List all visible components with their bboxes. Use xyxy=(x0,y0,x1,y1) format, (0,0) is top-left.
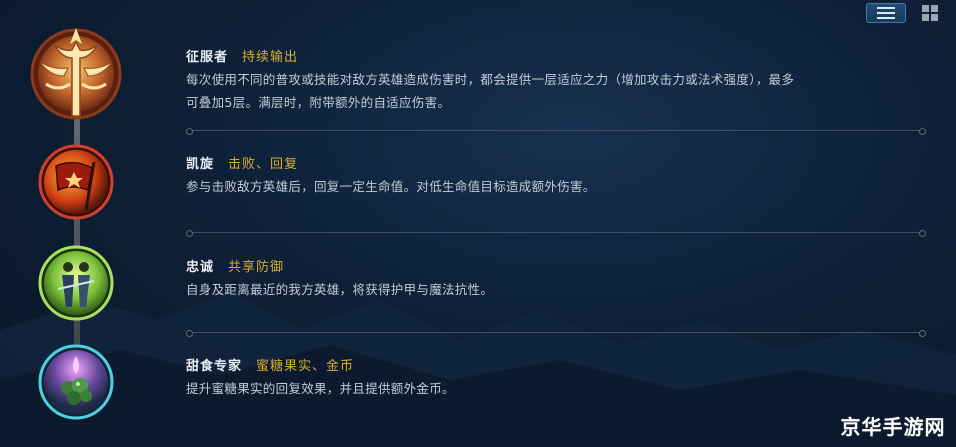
section-divider xyxy=(186,329,926,337)
rune-description: 提升蜜糖果实的回复效果，并且提供额外金币。 xyxy=(186,377,926,400)
rune-description: 参与击败敌方英雄后，回复一定生命值。对低生命值目标造成额外伤害。 xyxy=(186,175,926,198)
rune-entry-sweet-tooth: 甜食专家 蜜糖果实、金币 提升蜜糖果实的回复效果，并且提供额外金币。 xyxy=(186,355,926,400)
rune-header: 忠诚 共享防御 xyxy=(186,256,926,276)
rune-entry-conqueror: 征服者 持续输出 每次使用不同的普攻或技能对敌方英雄造成伤害时，都会提供一层适应… xyxy=(186,46,926,114)
rune-entry-loyalty: 忠诚 共享防御 自身及距离最近的我方英雄，将获得护甲与魔法抗性。 xyxy=(186,256,926,301)
rune-tag: 持续输出 xyxy=(242,50,299,65)
conqueror-trident-icon xyxy=(30,28,122,120)
rune-description-line: 每次使用不同的普攻或技能对敌方英雄造成伤害时，都会提供一层适应之力（增加攻击力或… xyxy=(186,72,795,87)
rune-name: 凯旋 xyxy=(186,157,215,172)
rune-tag: 击败、回复 xyxy=(228,157,299,172)
section-divider xyxy=(186,229,926,237)
rune-description: 每次使用不同的普攻或技能对敌方英雄造成伤害时，都会提供一层适应之力（增加攻击力或… xyxy=(186,68,926,114)
loyalty-allies-icon xyxy=(38,245,114,321)
rune-name: 征服者 xyxy=(186,50,229,65)
rune-description-line: 自身及距离最近的我方英雄，将获得护甲与魔法抗性。 xyxy=(186,282,494,297)
rune-name: 忠诚 xyxy=(186,260,215,275)
section-divider xyxy=(186,127,926,135)
rune-header: 征服者 持续输出 xyxy=(186,46,926,66)
rune-tag: 共享防御 xyxy=(228,260,285,275)
grid-view-icon xyxy=(922,5,938,21)
sweet-tooth-rune-icon[interactable] xyxy=(38,344,114,420)
triumph-rune-icon[interactable] xyxy=(38,144,114,220)
list-view-button[interactable] xyxy=(866,3,906,23)
rune-name: 甜食专家 xyxy=(186,359,243,374)
loyalty-rune-icon[interactable] xyxy=(38,245,114,321)
rune-entry-triumph: 凯旋 击败、回复 参与击败敌方英雄后，回复一定生命值。对低生命值目标造成额外伤害… xyxy=(186,153,926,198)
rune-description-line: 可叠加5层。满层时，附带额外的自适应伤害。 xyxy=(186,95,451,110)
rune-description-line: 提升蜜糖果实的回复效果，并且提供额外金币。 xyxy=(186,381,455,396)
rune-header: 凯旋 击败、回复 xyxy=(186,153,926,173)
rune-description: 自身及距离最近的我方英雄，将获得护甲与魔法抗性。 xyxy=(186,278,926,301)
triumph-flag-icon xyxy=(38,144,114,220)
conqueror-rune-icon[interactable] xyxy=(24,22,128,126)
rune-tag: 蜜糖果实、金币 xyxy=(256,359,355,374)
sweet-tooth-fruit-icon xyxy=(38,344,114,420)
watermark: 京华手游网 xyxy=(834,407,952,443)
view-toggle xyxy=(860,0,956,26)
grid-view-button[interactable] xyxy=(910,3,950,23)
rune-header: 甜食专家 蜜糖果实、金币 xyxy=(186,355,926,375)
watermark-text: 京华手游网 xyxy=(840,414,946,439)
rune-description-line: 参与击败敌方英雄后，回复一定生命值。对低生命值目标造成额外伤害。 xyxy=(186,179,596,194)
list-view-icon xyxy=(877,7,895,19)
